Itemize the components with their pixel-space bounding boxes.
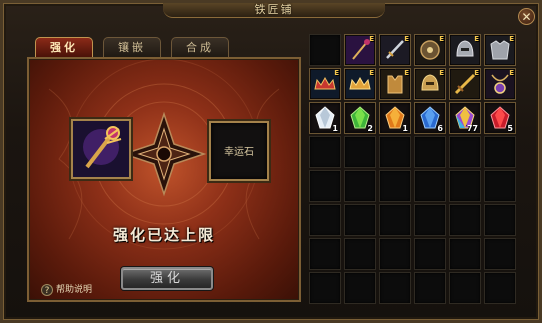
- help-icon: ?: [41, 284, 53, 296]
- window-title: 铁匠铺: [163, 3, 385, 18]
- inventory-slot[interactable]: [484, 136, 516, 168]
- inventory-slot[interactable]: E: [449, 68, 481, 100]
- central-star-emblem: [121, 111, 207, 197]
- inventory-slot[interactable]: [484, 272, 516, 304]
- inventory-slot[interactable]: [414, 136, 446, 168]
- inventory-slot[interactable]: 6: [414, 102, 446, 134]
- inventory-slot[interactable]: [309, 136, 341, 168]
- inventory-slot[interactable]: [379, 136, 411, 168]
- inventory-slot[interactable]: E: [379, 68, 411, 100]
- inventory-slot[interactable]: [484, 204, 516, 236]
- inventory-slot[interactable]: [379, 204, 411, 236]
- inventory-slot[interactable]: 5: [484, 102, 516, 134]
- enhance-button[interactable]: 强化: [121, 267, 213, 290]
- inventory-slot[interactable]: 1: [309, 102, 341, 134]
- inventory-slot[interactable]: 1: [379, 102, 411, 134]
- inventory-slot[interactable]: E: [379, 34, 411, 66]
- inventory-slot[interactable]: [309, 204, 341, 236]
- inventory-slot[interactable]: [414, 238, 446, 270]
- inventory-slot[interactable]: [344, 170, 376, 202]
- tier-badge: E: [439, 35, 444, 43]
- stack-count: 6: [437, 124, 443, 133]
- inventory-slot[interactable]: 77: [449, 102, 481, 134]
- tier-badge: E: [369, 35, 374, 43]
- tier-badge: E: [334, 69, 339, 77]
- inventory-slot[interactable]: E: [414, 34, 446, 66]
- inventory-slot[interactable]: [484, 170, 516, 202]
- tier-badge: E: [404, 69, 409, 77]
- inventory-slot[interactable]: [344, 272, 376, 304]
- inventory-slot[interactable]: E: [309, 68, 341, 100]
- inventory-slot[interactable]: [309, 170, 341, 202]
- inventory-slot[interactable]: [344, 204, 376, 236]
- inventory-slot[interactable]: E: [484, 34, 516, 66]
- inventory-slot[interactable]: E: [484, 68, 516, 100]
- inventory-slot[interactable]: [449, 204, 481, 236]
- close-button[interactable]: ✕: [518, 8, 535, 25]
- stack-count: 77: [466, 124, 478, 133]
- help-label: 帮助说明: [56, 285, 93, 295]
- inventory-slot[interactable]: [414, 170, 446, 202]
- tier-badge: E: [509, 35, 514, 43]
- inventory-slot[interactable]: [309, 238, 341, 270]
- stack-count: 1: [402, 124, 408, 133]
- tab-enhance[interactable]: 强化: [35, 37, 93, 57]
- stack-count: 5: [507, 124, 513, 133]
- tier-badge: E: [439, 69, 444, 77]
- inventory-slot[interactable]: [379, 170, 411, 202]
- inventory-slot[interactable]: [449, 238, 481, 270]
- enhance-status-text: 强化已达上限: [112, 226, 215, 244]
- tier-badge: E: [509, 69, 514, 77]
- help-link[interactable]: ? 帮助说明: [41, 282, 92, 298]
- inventory-slot[interactable]: [449, 272, 481, 304]
- equipment-slot[interactable]: [71, 119, 131, 179]
- inventory-slot[interactable]: E: [449, 34, 481, 66]
- magic-staff-icon: [73, 121, 129, 177]
- inventory-slot[interactable]: [449, 170, 481, 202]
- inventory-slot[interactable]: [449, 136, 481, 168]
- inventory-slot[interactable]: [414, 204, 446, 236]
- inventory-slot[interactable]: [309, 34, 341, 66]
- lucky-stone-label: 幸运石: [224, 147, 254, 158]
- tier-badge: E: [369, 69, 374, 77]
- tab-inlay[interactable]: 镶嵌: [103, 37, 161, 57]
- inventory-slot[interactable]: [344, 238, 376, 270]
- inventory-slot[interactable]: E: [344, 68, 376, 100]
- tier-badge: E: [474, 69, 479, 77]
- inventory-slot[interactable]: [414, 272, 446, 304]
- lucky-stone-slot[interactable]: 幸运石: [209, 121, 269, 181]
- inventory-slot[interactable]: E: [344, 34, 376, 66]
- inventory-slot[interactable]: 2: [344, 102, 376, 134]
- tier-badge: E: [474, 35, 479, 43]
- enhance-panel: 幸运石 强化已达上限 ? 帮助说明 强化: [27, 57, 301, 302]
- stack-count: 2: [367, 124, 373, 133]
- inventory-slot[interactable]: E: [414, 68, 446, 100]
- inventory-slot[interactable]: [484, 238, 516, 270]
- inventory-slot[interactable]: [379, 272, 411, 304]
- inventory-slot[interactable]: [344, 136, 376, 168]
- inventory-slot[interactable]: [379, 238, 411, 270]
- inventory-grid: E E E E E E E E E E E 1 2 1 6 77 5: [309, 34, 517, 304]
- stack-count: 1: [332, 124, 338, 133]
- tab-compose[interactable]: 合成: [171, 37, 229, 57]
- inventory-slot[interactable]: [309, 272, 341, 304]
- blacksmith-window: 铁匠铺 ✕ 强化 镶嵌 合成 幸运石 强化已达上限 ? 帮助说明 强化 E E …: [0, 0, 542, 323]
- tier-badge: E: [404, 35, 409, 43]
